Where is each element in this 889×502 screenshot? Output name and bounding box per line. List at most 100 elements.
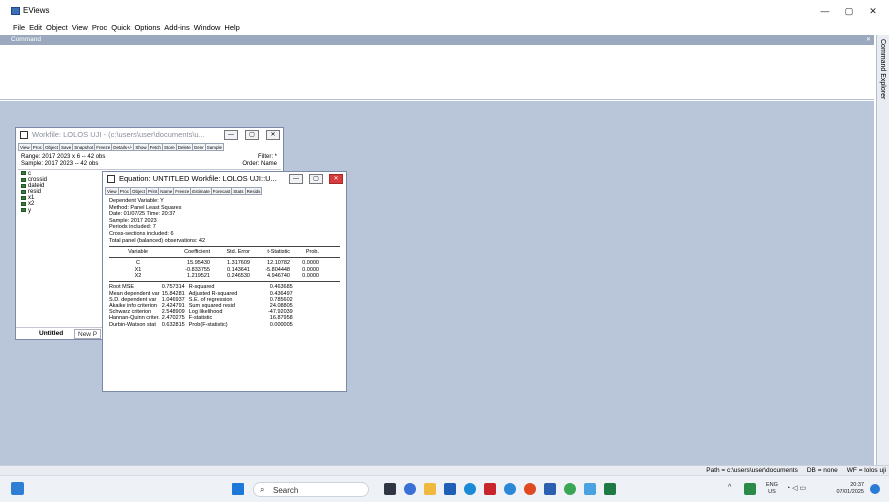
file-explorer-icon[interactable] <box>424 483 436 495</box>
workfile-maximize-button[interactable]: ▢ <box>245 130 259 140</box>
eq-freeze-button[interactable]: Freeze <box>173 187 192 195</box>
series-icon <box>21 201 26 206</box>
wf-delete-button[interactable]: Delete <box>175 143 193 151</box>
search-input[interactable]: ⌕ Search <box>253 482 369 497</box>
eq-forecast-button[interactable]: Forecast <box>210 187 233 195</box>
wf-save-button[interactable]: Save <box>58 143 74 151</box>
eq-print-button[interactable]: Print <box>145 187 160 195</box>
equation-maximize-button[interactable]: ▢ <box>309 174 323 184</box>
series-icon <box>21 195 26 200</box>
tab-untitled[interactable]: Untitled <box>36 329 66 339</box>
eq-object-button[interactable]: Object <box>129 187 147 195</box>
title-bar: EViews — ▢ ✕ <box>0 0 889 22</box>
workfile-minimize-button[interactable]: — <box>224 130 238 140</box>
chat-icon[interactable] <box>504 483 516 495</box>
command-close-icon[interactable]: ✕ <box>866 35 871 45</box>
series-icon <box>21 183 26 188</box>
workfile-sample[interactable]: Sample: 2017 2023 -- 42 obs <box>21 161 98 168</box>
eq-view-button[interactable]: View <box>105 187 119 195</box>
wf-genr-button[interactable]: Genr <box>191 143 206 151</box>
menu-add-ins[interactable]: Add-ins <box>162 22 191 34</box>
equation-title: Equation: UNTITLED Workfile: LOLOS UJI::… <box>119 174 277 183</box>
menu-help[interactable]: Help <box>222 22 241 34</box>
wf-show-button[interactable]: Show <box>133 143 149 151</box>
wf-details-button[interactable]: Details+/- <box>111 143 135 151</box>
command-input-area[interactable] <box>0 45 874 100</box>
close-button[interactable]: ✕ <box>862 3 884 19</box>
menu-edit[interactable]: Edit <box>27 22 44 34</box>
menu-quick[interactable]: Quick <box>109 22 132 34</box>
clock[interactable]: 20:37 07/01/2025 <box>828 482 864 496</box>
store-icon[interactable] <box>444 483 456 495</box>
wf-view-button[interactable]: View <box>18 143 32 151</box>
maximize-button[interactable]: ▢ <box>838 3 860 19</box>
wf-sample-button[interactable]: Sample <box>204 143 224 151</box>
chevron-up-icon[interactable]: ^ <box>728 484 736 492</box>
minimize-button[interactable]: — <box>814 3 836 19</box>
wf-snapshot-button[interactable]: Snapshot <box>72 143 96 151</box>
workfile-order[interactable]: Order: Name <box>242 161 277 168</box>
eq-stats-button[interactable]: Stats <box>231 187 246 195</box>
menu-proc[interactable]: Proc <box>90 22 109 34</box>
search-icon: ⌕ <box>260 485 265 494</box>
workfile-filter[interactable]: Filter: * <box>258 154 277 161</box>
task-view-icon[interactable] <box>384 483 396 495</box>
edge-icon[interactable] <box>464 483 476 495</box>
eq-estimate-button[interactable]: Estimate <box>190 187 212 195</box>
tab-new-page[interactable]: New P <box>74 329 102 339</box>
tray-app-icon[interactable] <box>744 483 756 495</box>
eq-proc-button[interactable]: Proc <box>117 187 131 195</box>
taskbar: ⌕ Search ^ ENG US ◔ ◁ ▭ 20:37 07/01/2025 <box>0 475 889 502</box>
word-icon[interactable] <box>544 483 556 495</box>
wf-object-button[interactable]: Object <box>42 143 60 151</box>
workfile-range[interactable]: Range: 2017 2023 x 6 -- 42 obs <box>21 154 105 161</box>
eq-name-button[interactable]: Name <box>158 187 175 195</box>
wf-freeze-button[interactable]: Freeze <box>94 143 113 151</box>
app-icon[interactable] <box>484 483 496 495</box>
app-title: EViews <box>23 6 50 15</box>
equation-window[interactable]: Equation: UNTITLED Workfile: LOLOS UJI::… <box>102 171 347 392</box>
table-cell: Durbin-Watson stat <box>109 321 156 328</box>
eq-resids-button[interactable]: Resids <box>244 187 263 195</box>
region-code: US <box>768 489 776 495</box>
menu-view[interactable]: View <box>70 22 90 34</box>
menu-window[interactable]: Window <box>192 22 223 34</box>
wf-proc-button[interactable]: Proc <box>30 143 44 151</box>
statistics-table: Root MSE 0.757314 R-squared 0.463685 Mean d… <box>109 284 293 327</box>
command-label: Command <box>11 36 41 43</box>
widgets-icon[interactable] <box>11 482 24 495</box>
windows-start-icon[interactable] <box>232 483 244 495</box>
menu-file[interactable]: File <box>11 22 27 34</box>
table-cell: Hannan-Quinn criter. <box>109 315 160 322</box>
notification-icon[interactable] <box>870 484 880 494</box>
command-explorer-panel[interactable]: Command Explorer <box>876 35 889 465</box>
table-cell: 1.219521 <box>187 273 210 280</box>
chrome-icon[interactable] <box>564 483 576 495</box>
table-cell: 0.757314 <box>161 284 185 291</box>
language-indicator[interactable]: ENG US <box>766 482 778 496</box>
equation-output[interactable]: Dependent Variable: Y Method: Panel Leas… <box>109 198 340 387</box>
workfile-close-button[interactable]: ✕ <box>266 130 280 140</box>
photos-icon[interactable] <box>584 483 596 495</box>
network-volume-battery-icons[interactable]: ◔ ◁ ▭ <box>786 484 816 494</box>
status-wf: WF = lolos uji <box>846 467 886 474</box>
table-cell: 0.632815 <box>161 321 185 328</box>
equation-minimize-button[interactable]: — <box>289 174 303 184</box>
wf-store-button[interactable]: Store <box>161 143 177 151</box>
table-cell: 0.436497 <box>269 290 293 297</box>
table-cell: Prob(F-statistic) <box>188 321 228 328</box>
equation-toolbar: View Proc Object Print Name Freeze Estimate For… <box>105 187 344 196</box>
window-icon <box>107 175 115 183</box>
excel-icon[interactable] <box>604 483 616 495</box>
menu-options[interactable]: Options <box>132 22 162 34</box>
copilot-icon[interactable] <box>404 483 416 495</box>
menu-object[interactable]: Object <box>44 22 70 34</box>
wf-fetch-button[interactable]: Fetch <box>147 143 163 151</box>
command-explorer-label: Command Explorer <box>879 39 886 100</box>
list-item[interactable]: y <box>21 208 47 214</box>
equation-close-button[interactable]: ✕ <box>329 174 343 184</box>
status-bar: Path = c:\users\user\documents DB = none… <box>0 465 889 475</box>
workfile-title-bar[interactable]: Workfile: LOLOS UJI - (c:\users\user\doc… <box>16 128 283 142</box>
sample: Sample: 2017 2023 <box>109 217 157 224</box>
firefox-icon[interactable] <box>524 483 536 495</box>
